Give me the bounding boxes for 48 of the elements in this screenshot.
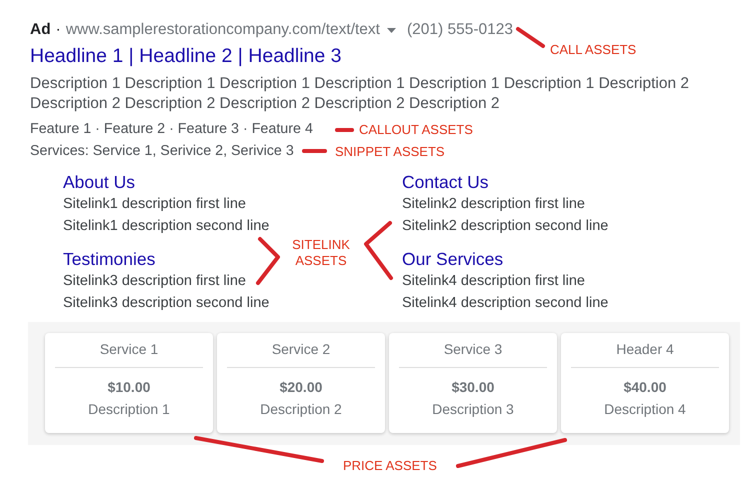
price-description: Description 3: [432, 400, 514, 419]
annotation-stroke: [256, 237, 280, 285]
price-description: Description 4: [604, 400, 686, 419]
price-card[interactable]: Service 2 $20.00 Description 2: [217, 333, 385, 433]
sitelink-description: Sitelink4 description first line: [402, 272, 585, 291]
sitelink-title[interactable]: Testimonies: [63, 249, 156, 270]
sitelink-title[interactable]: Contact Us: [402, 172, 489, 193]
sitelink-description: Sitelink4 description second line: [402, 294, 608, 313]
sitelink-title[interactable]: About Us: [63, 172, 135, 193]
price-description: Description 1: [88, 400, 170, 419]
annotation-stroke: [335, 128, 354, 132]
sitelink-title[interactable]: Our Services: [402, 249, 504, 270]
display-url: www.samplerestorationcompany.com/text/text: [66, 20, 380, 40]
annotation-label: CALL ASSETS: [550, 42, 636, 58]
annotation-stroke: [302, 149, 327, 153]
price-amount: $40.00: [624, 379, 666, 396]
sitelink-description: Sitelink1 description first line: [63, 195, 246, 214]
ad-label: Ad: [30, 20, 51, 40]
price-card[interactable]: Header 4 $40.00 Description 4: [561, 333, 729, 433]
sitelink-description: Sitelink2 description second line: [402, 217, 608, 236]
price-header: Service 2: [227, 341, 375, 368]
separator-dot: ·: [56, 20, 61, 40]
price-header: Header 4: [571, 341, 719, 368]
price-header: Service 1: [55, 341, 203, 368]
price-header: Service 3: [399, 341, 547, 368]
snippet-text: Services: Service 1, Serivice 2, Serivice 3: [30, 142, 294, 161]
ad-description: Description 2 Description 2 Description 2 Description 2 Description 2: [30, 94, 500, 114]
sitelink-description: Sitelink3 description first line: [63, 272, 246, 291]
price-amount: $10.00: [108, 379, 150, 396]
annotation-stroke: [364, 221, 393, 280]
ad-description: Description 1 Description 1 Description 1 Description 1 Description 1 Description 1 Description 2: [30, 74, 690, 94]
sitelink-description: Sitelink1 description second line: [63, 217, 270, 236]
phone-number: (201) 555-0123: [406, 20, 513, 40]
price-description: Description 2: [260, 400, 342, 419]
annotation-stroke: [516, 27, 545, 48]
annotation-label: CALLOUT ASSETS: [359, 122, 473, 138]
price-amount: $30.00: [452, 379, 494, 396]
annotation-label: PRICE ASSETS: [343, 458, 437, 474]
ad-headline[interactable]: Headline 1 | Headline 2 | Headline 3: [30, 43, 342, 69]
callout-text: Feature 1 · Feature 2 · Feature 3 · Feature 4: [30, 120, 313, 139]
price-card[interactable]: Service 1 $10.00 Description 1: [45, 333, 213, 433]
annotation-label: SITELINK ASSETS: [291, 237, 351, 269]
dropdown-caret-icon[interactable]: [386, 28, 396, 32]
sitelink-description: Sitelink2 description first line: [402, 195, 585, 214]
price-amount: $20.00: [280, 379, 322, 396]
sitelink-description: Sitelink3 description second line: [63, 294, 270, 313]
price-card[interactable]: Service 3 $30.00 Description 3: [389, 333, 557, 433]
annotation-label: SNIPPET ASSETS: [335, 144, 445, 160]
